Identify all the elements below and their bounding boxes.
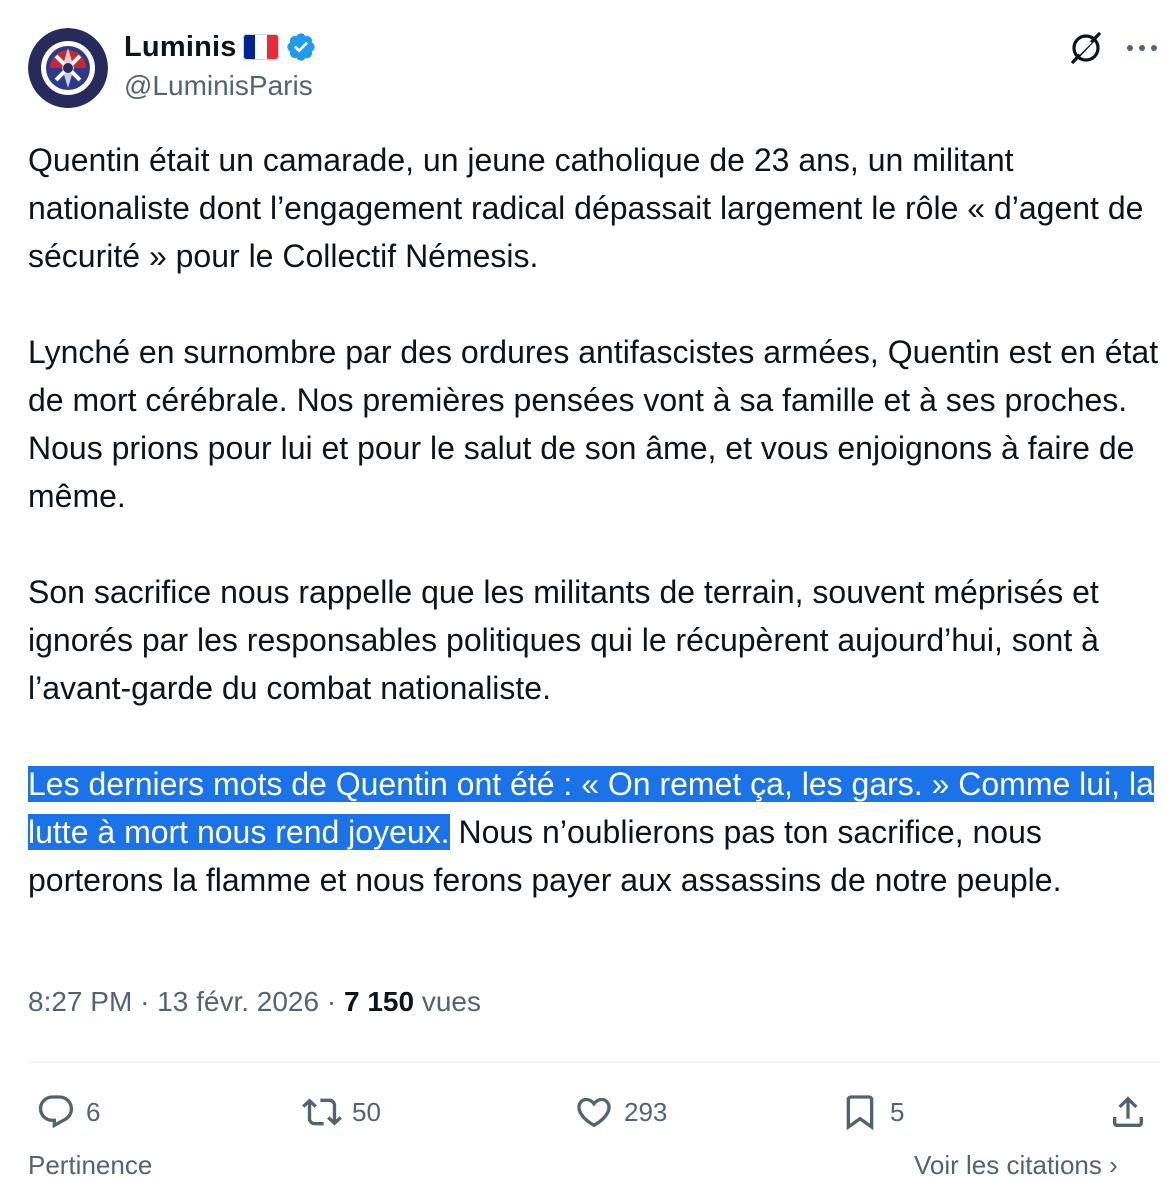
author-name-row[interactable]: Luminis — [124, 28, 317, 66]
reply-icon — [38, 1095, 74, 1129]
more-options-button[interactable] — [1122, 28, 1162, 68]
bookmark-count: 5 — [890, 1096, 905, 1127]
tweet-paragraph-4: Les derniers mots de Quentin ont été : «… — [28, 760, 1163, 904]
grok-icon — [1071, 32, 1101, 64]
repost-icon — [302, 1098, 342, 1126]
share-icon — [1113, 1096, 1143, 1127]
author-handle[interactable]: @LuminisParis — [124, 70, 313, 102]
views-label: vues — [421, 986, 481, 1017]
like-count: 293 — [624, 1096, 668, 1127]
reply-count: 6 — [86, 1096, 101, 1127]
avatar[interactable] — [28, 28, 108, 108]
more-horizontal-icon — [1127, 45, 1157, 51]
repost-count: 50 — [352, 1096, 381, 1127]
tweet-text: Quentin était un camarade, un jeune cath… — [28, 136, 1163, 904]
like-button[interactable]: 293 — [574, 1084, 667, 1140]
divider — [28, 1062, 1160, 1063]
tweet-paragraph-1: Quentin était un camarade, un jeune cath… — [28, 142, 1144, 274]
tweet-meta: 8:27 PM · 13 févr. 2026 · 7 150 vues — [28, 986, 481, 1018]
replies-sort-bar: Pertinence Voir les citations › — [0, 1150, 1174, 1180]
author-display-name[interactable]: Luminis — [124, 31, 237, 64]
heart-icon — [577, 1097, 611, 1128]
meta-separator: · — [140, 986, 150, 1017]
repost-button[interactable]: 50 — [302, 1084, 381, 1140]
bookmark-icon — [846, 1095, 874, 1131]
france-flag-icon — [242, 34, 279, 60]
tweet-date[interactable]: 13 févr. 2026 — [157, 986, 319, 1017]
sort-relevance-tab[interactable]: Pertinence — [28, 1150, 152, 1181]
view-quotes-link[interactable]: Voir les citations › — [914, 1150, 1118, 1181]
bookmark-button[interactable]: 5 — [840, 1084, 904, 1140]
tweet-paragraph-2: Lynché en surnombre par des ordures anti… — [28, 334, 1159, 514]
luminis-logo-icon — [28, 28, 108, 108]
reply-button[interactable]: 6 — [36, 1084, 100, 1140]
verified-badge-icon[interactable] — [285, 31, 317, 63]
meta-separator: · — [326, 986, 337, 1017]
grok-button[interactable] — [1066, 28, 1106, 68]
tweet-time[interactable]: 8:27 PM — [28, 986, 132, 1017]
action-bar: 6 50 293 5 — [0, 1084, 1174, 1140]
share-button[interactable] — [1108, 1084, 1148, 1140]
views-count: 7 150 — [343, 986, 415, 1017]
tweet-paragraph-3: Son sacrifice nous rappelle que les mili… — [28, 574, 1099, 706]
